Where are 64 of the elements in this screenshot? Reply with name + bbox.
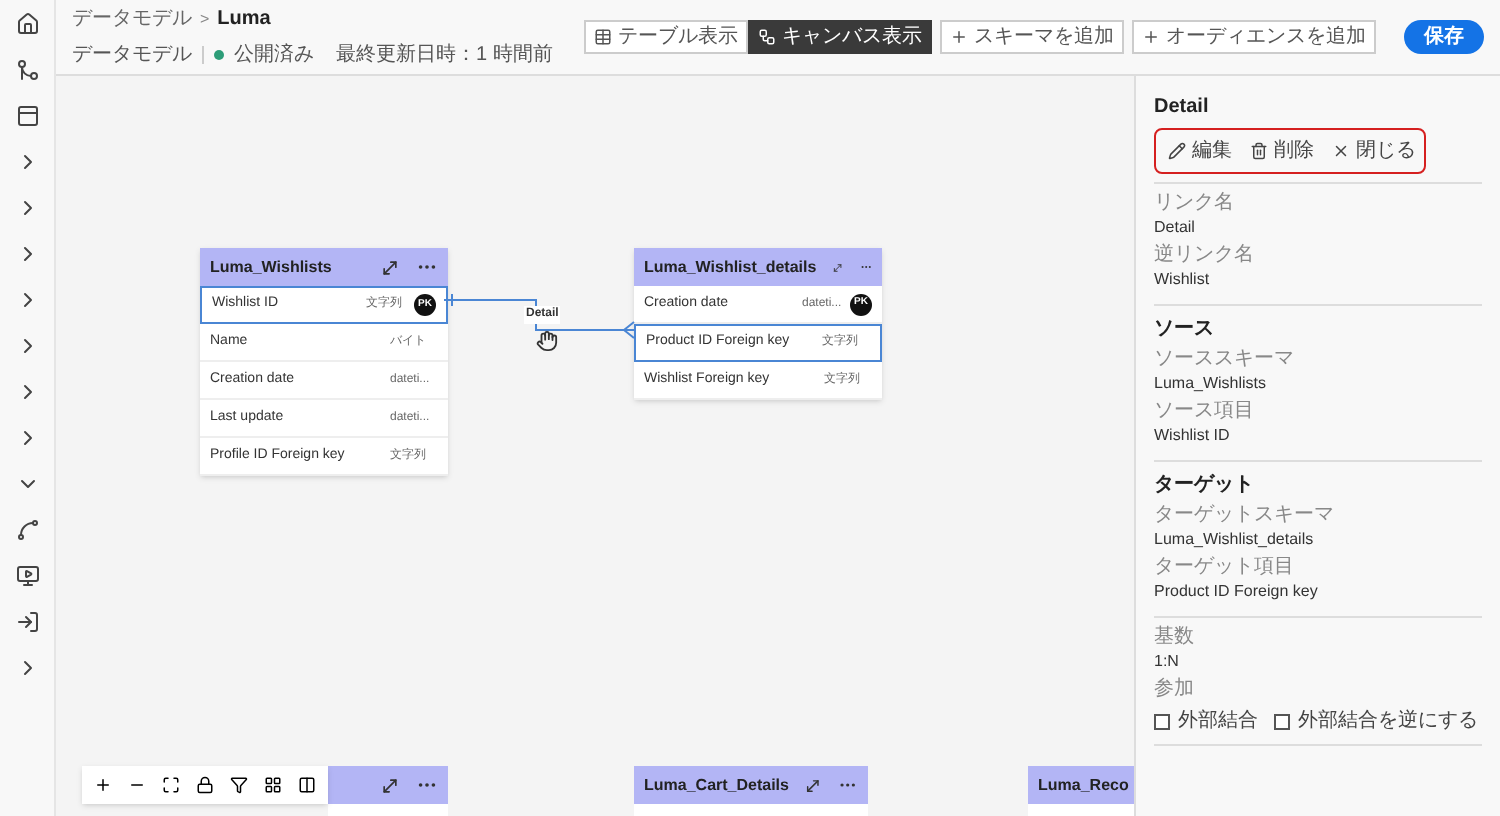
link-connector[interactable] (444, 288, 636, 340)
schema-table[interactable]: Luma_Reco (1028, 766, 1134, 816)
plus-icon (1142, 28, 1160, 46)
view-tab[interactable]: テーブル表示 (584, 20, 748, 54)
field-value: Product ID Foreign key (1154, 580, 1320, 602)
field-label: 参加 (1154, 678, 1196, 702)
field-value: Wishlist (1154, 268, 1212, 290)
field-label: リンク名 (1154, 192, 1236, 216)
table-icon (594, 28, 612, 46)
field-value: Luma_Wishlists (1154, 372, 1269, 394)
table-title: Luma_Wishlists (210, 255, 334, 279)
home-icon[interactable] (15, 12, 39, 36)
field-value: Wishlist ID (1154, 424, 1232, 446)
field-value: Detail (1154, 216, 1197, 238)
breadcrumb-separator: > (200, 7, 210, 31)
filter-icon[interactable] (230, 776, 248, 794)
panel-title: Detail (1154, 94, 1211, 122)
schema-table[interactable]: Luma_Cart_Details (634, 766, 868, 816)
zoom-in-icon[interactable] (94, 776, 112, 794)
login-icon[interactable] (15, 610, 39, 634)
workflow-icon (758, 28, 776, 46)
field-label: ソース項目 (1154, 400, 1256, 424)
add-button[interactable]: オーディエンスを追加 (1132, 20, 1376, 54)
field-value: Luma_Wishlist_details (1154, 528, 1316, 550)
expand-icon[interactable] (380, 257, 400, 277)
layout-icon[interactable] (264, 776, 282, 794)
expand-icon[interactable] (804, 775, 823, 795)
section-heading: ソース (1154, 316, 1216, 344)
lock-icon[interactable] (196, 776, 214, 794)
view-tab[interactable]: キャンバス表示 (748, 20, 932, 54)
field-label: 逆リンク名 (1154, 244, 1256, 268)
merge-icon[interactable] (15, 58, 39, 82)
edit-icon (1168, 142, 1186, 160)
panel-icon[interactable] (15, 104, 39, 128)
page-title: Luma (217, 6, 271, 34)
panel-action[interactable]: 削除 (1250, 136, 1314, 166)
field-label: ターゲットスキーマ (1154, 504, 1336, 528)
section-heading: ターゲット (1154, 472, 1256, 500)
save-button[interactable]: 保存 (1404, 20, 1484, 54)
panel-action[interactable]: 編集 (1168, 136, 1232, 166)
field-label: ソーススキーマ (1154, 348, 1296, 372)
field-label: 基数 (1154, 626, 1196, 650)
close-icon (1332, 142, 1350, 160)
fit-icon[interactable] (162, 776, 180, 794)
add-button[interactable]: スキーマを追加 (940, 20, 1124, 54)
table-title: Luma_Wishlist_details (644, 255, 817, 279)
last-updated: 最終更新日時：1 時間前 (336, 41, 553, 70)
join-checkbox[interactable]: 外部結合を逆にする (1274, 706, 1478, 736)
table-title: Luma_Cart_Details (644, 773, 789, 797)
plus-icon (950, 28, 968, 46)
connector-icon[interactable] (15, 518, 39, 542)
field-label: ターゲット項目 (1154, 556, 1296, 580)
hand-cursor-icon (536, 330, 558, 352)
table-title: Luma_Reco (1038, 773, 1131, 797)
breadcrumb-link[interactable]: データモデル (72, 4, 192, 34)
expand-icon[interactable] (380, 775, 400, 795)
status-text: 公開済み (234, 41, 314, 70)
delete-icon (1250, 142, 1268, 160)
monitor-icon[interactable] (15, 564, 39, 588)
model-type: データモデル (72, 42, 192, 70)
columns-icon[interactable] (298, 776, 316, 794)
join-checkbox[interactable]: 外部結合 (1154, 706, 1258, 736)
panel-action[interactable]: 閉じる (1332, 136, 1416, 166)
field-value: 1:N (1154, 650, 1181, 672)
